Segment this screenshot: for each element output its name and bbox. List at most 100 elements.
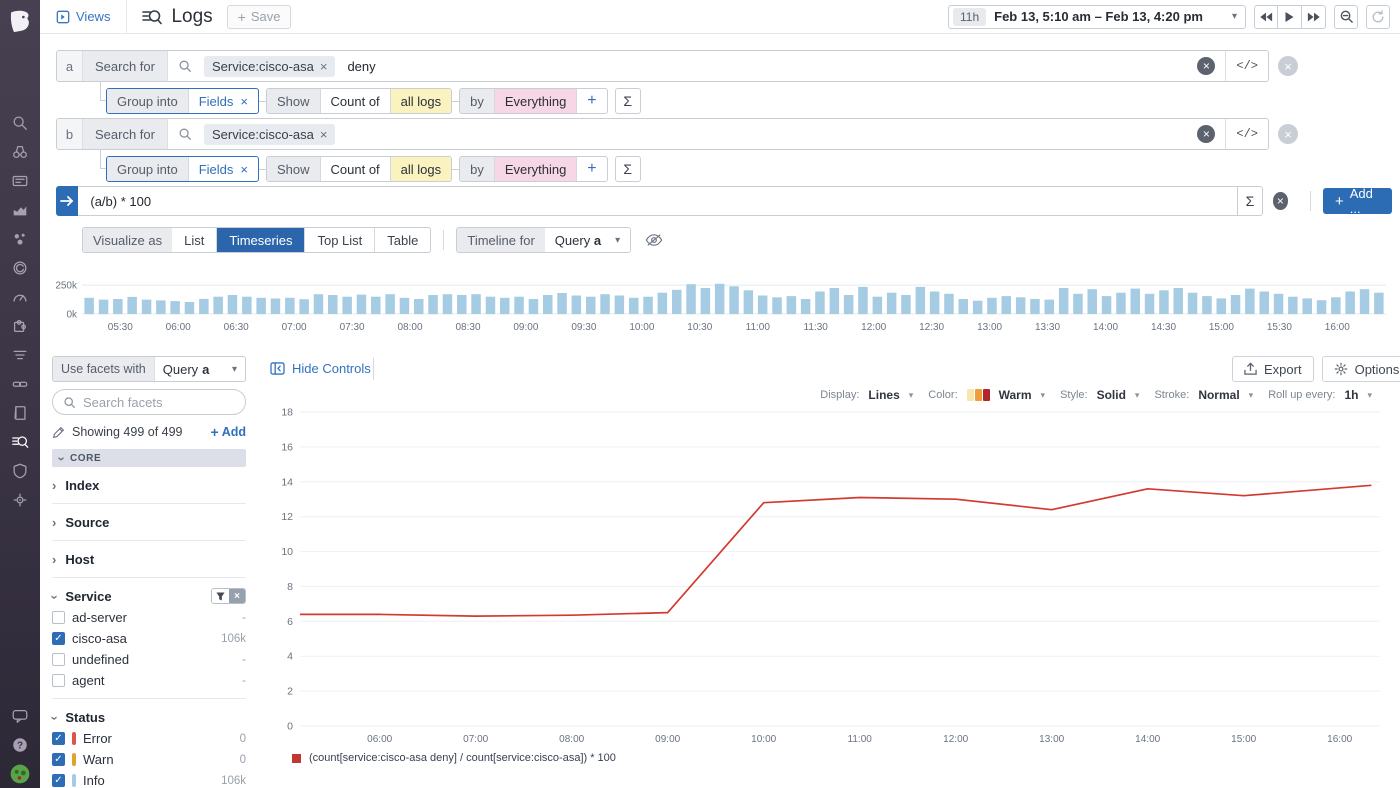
control-value-dropdown[interactable]: Normal — [1198, 388, 1239, 402]
timeline-query-dropdown[interactable]: Query a ▾ — [545, 228, 630, 252]
facet-header-service[interactable]: ›Service× — [52, 585, 246, 607]
control-value-dropdown[interactable]: 1h — [1344, 388, 1358, 402]
tab-timeseries[interactable]: Timeseries — [216, 228, 304, 252]
views-button[interactable]: Views — [40, 0, 127, 34]
control-value-dropdown[interactable]: Lines — [868, 388, 899, 402]
everything-selector[interactable]: Everything — [494, 157, 576, 181]
facet-header-host[interactable]: ›Host — [52, 548, 246, 570]
fields-selector[interactable]: Fields× — [188, 157, 258, 181]
watchdog-icon[interactable] — [0, 137, 40, 166]
refresh-button[interactable] — [1366, 5, 1390, 29]
graph-buttons: Export Options — [1232, 356, 1400, 382]
facet-filter-badge: × — [211, 588, 246, 604]
add-group-button[interactable]: + — [576, 157, 606, 181]
time-range-picker[interactable]: 11h Feb 13, 5:10 am – Feb 13, 4:20 pm ▾ — [948, 5, 1246, 29]
code-view-button[interactable]: </> — [1225, 119, 1268, 149]
tab-list[interactable]: List — [172, 228, 216, 252]
save-button[interactable]: + Save — [227, 5, 292, 29]
checkbox[interactable]: ✓ — [52, 732, 65, 745]
fields-selector[interactable]: Fields× — [188, 89, 258, 113]
code-view-button[interactable]: </> — [1225, 51, 1268, 81]
tab-table[interactable]: Table — [374, 228, 430, 252]
help-icon[interactable]: ? — [0, 730, 40, 759]
svg-text:16: 16 — [281, 441, 293, 453]
remove-tag-icon[interactable]: × — [320, 59, 328, 74]
add-query-button[interactable]: + Add ... — [1323, 188, 1392, 214]
security-icon[interactable] — [0, 456, 40, 485]
log-volume-timeline[interactable]: 250k0k05:3006:0006:3007:0007:3008:0008:3… — [56, 276, 1390, 334]
sigma-button[interactable]: Σ — [615, 156, 641, 182]
threat-monitoring-icon[interactable] — [0, 485, 40, 514]
skip-back-button[interactable] — [1254, 5, 1278, 29]
core-section-header[interactable]: › CORE — [52, 449, 246, 467]
all-logs-selector[interactable]: all logs — [390, 157, 451, 181]
notebooks-icon[interactable] — [0, 398, 40, 427]
control-value-dropdown[interactable]: Warm — [999, 388, 1032, 402]
checkbox[interactable]: ✓ — [52, 774, 65, 787]
search-facets-input[interactable] — [83, 395, 213, 410]
svg-text:?: ? — [17, 740, 23, 751]
datadog-logo[interactable] — [0, 0, 40, 44]
control-value-dropdown[interactable]: Solid — [1097, 388, 1126, 402]
metrics-icon[interactable] — [0, 195, 40, 224]
filter-tag[interactable]: Service:cisco-asa× — [204, 124, 335, 145]
filter-tag[interactable]: Service:cisco-asa× — [204, 56, 335, 77]
facet-header-index[interactable]: ›Index — [52, 474, 246, 496]
edit-pencil-icon[interactable] — [52, 426, 65, 439]
integrations-icon[interactable] — [0, 311, 40, 340]
control-label: Stroke: — [1154, 389, 1189, 401]
checkbox[interactable]: ✓ — [52, 753, 65, 766]
play-button[interactable] — [1278, 5, 1302, 29]
user-avatar[interactable] — [0, 759, 40, 788]
query-text[interactable]: deny — [347, 59, 375, 74]
checkbox[interactable] — [52, 611, 65, 624]
search-icon[interactable] — [0, 108, 40, 137]
export-button[interactable]: Export — [1232, 356, 1314, 382]
checkbox[interactable] — [52, 653, 65, 666]
chevron-icon: › — [48, 594, 61, 598]
remove-query-a-button[interactable]: × — [1278, 56, 1298, 76]
timeseries-chart[interactable]: 02468101214161806:0007:0008:0009:0010:00… — [270, 402, 1390, 748]
infrastructure-icon[interactable] — [0, 166, 40, 195]
synthetics-icon[interactable] — [0, 253, 40, 282]
all-logs-selector[interactable]: all logs — [390, 89, 451, 113]
remove-query-b-button[interactable]: × — [1278, 124, 1298, 144]
clear-query-button[interactable]: × — [1197, 125, 1215, 143]
checkbox[interactable]: ✓ — [52, 632, 65, 645]
pipelines-icon[interactable] — [0, 340, 40, 369]
chat-icon[interactable] — [0, 701, 40, 730]
count-of-selector[interactable]: Count of — [320, 157, 390, 181]
add-group-button[interactable]: + — [576, 89, 606, 113]
legend-label[interactable]: (count[service:cisco-asa deny] / count[s… — [309, 752, 616, 764]
formula-input[interactable]: (a/b) * 100 — [78, 186, 1238, 216]
svg-text:12: 12 — [281, 511, 293, 523]
remove-fields-icon[interactable]: × — [240, 94, 248, 109]
svg-text:05:30: 05:30 — [108, 322, 133, 333]
count-of-selector[interactable]: Count of — [320, 89, 390, 113]
add-facet-button[interactable]: +Add — [211, 424, 247, 440]
remove-tag-icon[interactable]: × — [320, 127, 328, 142]
ci-icon[interactable] — [0, 369, 40, 398]
tab-top-list[interactable]: Top List — [304, 228, 374, 252]
skip-forward-button[interactable] — [1302, 5, 1326, 29]
hide-timeline-icon[interactable] — [645, 233, 663, 247]
apm-icon[interactable] — [0, 224, 40, 253]
checkbox[interactable] — [52, 674, 65, 687]
sigma-button[interactable]: Σ — [1238, 186, 1262, 216]
hide-controls-button[interactable]: Hide Controls — [270, 361, 371, 376]
remove-fields-icon[interactable]: × — [240, 162, 248, 177]
zoom-out-button[interactable] — [1334, 5, 1358, 29]
dashboards-icon[interactable] — [0, 282, 40, 311]
facets-query-dropdown[interactable]: Querya ▾ — [155, 357, 245, 381]
everything-selector[interactable]: Everything — [494, 89, 576, 113]
options-button[interactable]: Options — [1322, 356, 1400, 382]
facet-header-source[interactable]: ›Source — [52, 511, 246, 533]
funnel-icon[interactable] — [212, 589, 229, 603]
facet-header-status[interactable]: ›Status — [52, 706, 246, 728]
facet-value-agent: agent- — [52, 670, 246, 691]
logs-icon[interactable] — [0, 427, 40, 456]
clear-filter-icon[interactable]: × — [229, 589, 245, 603]
remove-formula-button[interactable]: × — [1273, 192, 1288, 210]
clear-query-button[interactable]: × — [1197, 57, 1215, 75]
sigma-button[interactable]: Σ — [615, 88, 641, 114]
